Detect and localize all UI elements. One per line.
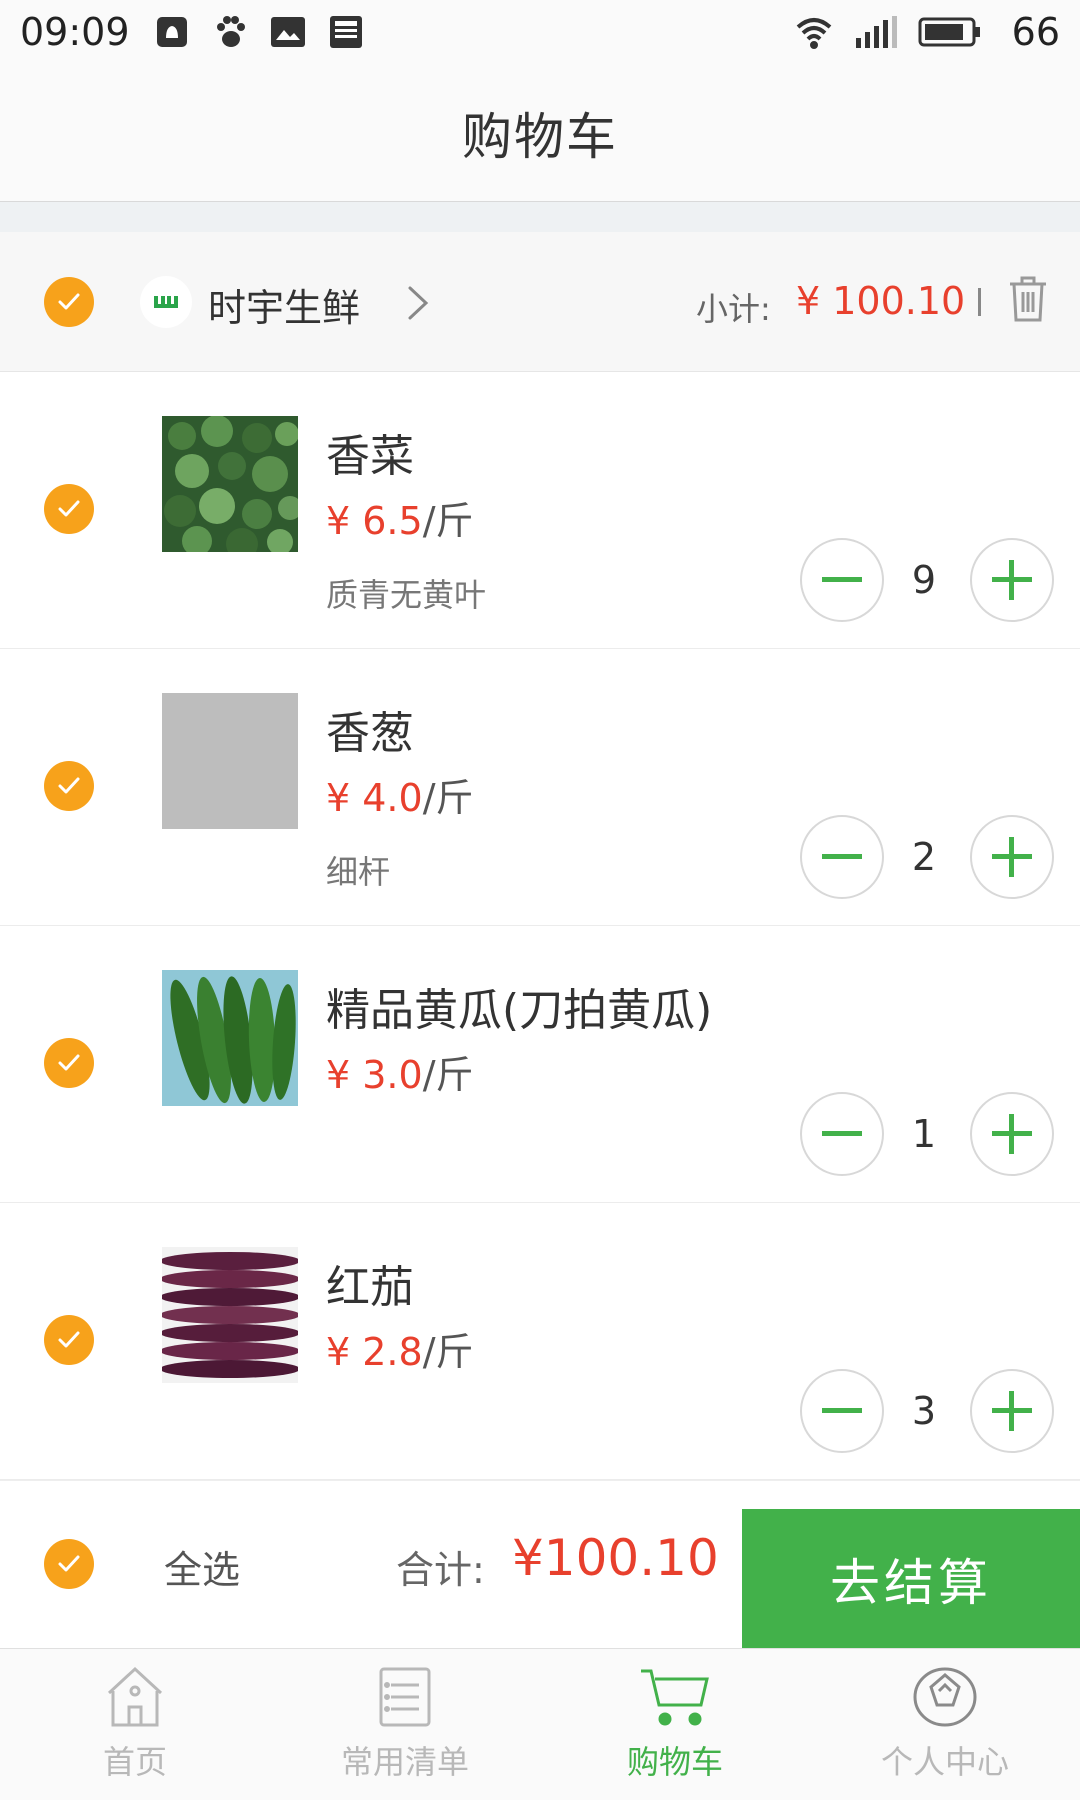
minus-icon xyxy=(822,1408,862,1413)
item-price: ¥ 2.8/斤 xyxy=(326,1330,474,1374)
decrease-button[interactable] xyxy=(800,1092,884,1176)
plus-icon xyxy=(992,837,1032,877)
tab-label: 首页 xyxy=(102,1743,167,1781)
item-check-icon[interactable] xyxy=(44,761,94,811)
increase-button[interactable] xyxy=(970,815,1054,899)
minus-icon xyxy=(822,1131,862,1136)
tab-label: 购物车 xyxy=(626,1743,723,1781)
quantity-value: 2 xyxy=(911,835,937,879)
item-desc: 细杆 xyxy=(326,853,391,891)
item-check-icon[interactable] xyxy=(44,1038,94,1088)
scallion-image-placeholder[interactable] xyxy=(162,693,298,829)
total-label: 合计: xyxy=(396,1548,485,1592)
list-icon xyxy=(379,1667,431,1727)
plus-icon xyxy=(992,1391,1032,1431)
tab-label: 常用清单 xyxy=(340,1743,469,1781)
eggplant-image[interactable] xyxy=(162,1247,298,1383)
decrease-button[interactable] xyxy=(800,538,884,622)
cucumber-image[interactable] xyxy=(162,970,298,1106)
cellular-signal-icon xyxy=(852,12,900,52)
section-gap xyxy=(0,202,1080,232)
tab-list[interactable]: 常用清单 xyxy=(270,1649,540,1800)
subtotal-value: ¥ 100.10 xyxy=(796,279,966,323)
cart-item: 香菜 ¥ 6.5/斤 质青无黄叶 9 xyxy=(0,372,1080,649)
item-name: 红茄 xyxy=(326,1262,414,1313)
news-icon xyxy=(326,12,366,52)
decrease-button[interactable] xyxy=(800,815,884,899)
quantity-value: 3 xyxy=(911,1389,937,1433)
plus-icon xyxy=(992,560,1032,600)
divider xyxy=(978,288,981,316)
cart-item: 精品黄瓜(刀拍黄瓜) ¥ 3.0/斤 1 xyxy=(0,926,1080,1203)
plus-icon xyxy=(992,1114,1032,1154)
select-all-check-icon[interactable] xyxy=(44,1539,94,1589)
tab-label: 个人中心 xyxy=(880,1743,1009,1781)
decrease-button[interactable] xyxy=(800,1369,884,1453)
minus-icon xyxy=(822,577,862,582)
home-icon xyxy=(107,1666,163,1727)
item-price: ¥ 3.0/斤 xyxy=(326,1053,474,1097)
checkout-button[interactable]: 去结算 xyxy=(742,1509,1080,1649)
minus-icon xyxy=(822,854,862,859)
profile-icon xyxy=(913,1667,977,1727)
item-price: ¥ 6.5/斤 xyxy=(326,499,474,543)
baidu-paw-icon xyxy=(210,12,250,52)
item-desc: 质青无黄叶 xyxy=(326,576,487,614)
item-name: 精品黄瓜(刀拍黄瓜) xyxy=(326,985,713,1036)
select-all-label[interactable]: 全选 xyxy=(164,1539,240,1594)
item-name: 香葱 xyxy=(326,708,414,759)
cart-item: 香葱 ¥ 4.0/斤 细杆 2 xyxy=(0,649,1080,926)
wifi-icon xyxy=(794,12,834,52)
page-title: 购物车 xyxy=(462,107,618,166)
notification-icon xyxy=(152,12,192,52)
item-price: ¥ 4.0/斤 xyxy=(326,776,474,820)
shop-logo-icon xyxy=(140,276,192,328)
gallery-icon xyxy=(268,12,308,52)
checkout-bar: 全选 合计: ¥100.10 去结算 xyxy=(0,1480,1080,1649)
cilantro-image[interactable] xyxy=(162,416,298,552)
item-check-icon[interactable] xyxy=(44,484,94,534)
item-check-icon[interactable] xyxy=(44,1315,94,1365)
tab-cart[interactable]: 购物车 xyxy=(540,1649,810,1800)
bottom-tab-bar: 首页 常用清单 购物车 个人中心 xyxy=(0,1648,1080,1800)
battery-icon xyxy=(918,12,982,52)
item-name: 香菜 xyxy=(326,431,414,482)
shop-row: 时宇生鲜 小计: ¥ 100.10 xyxy=(0,232,1080,372)
quantity-value: 9 xyxy=(911,558,937,602)
quantity-value: 1 xyxy=(911,1112,937,1156)
subtotal-label: 小计: xyxy=(696,290,771,328)
increase-button[interactable] xyxy=(970,1092,1054,1176)
tab-profile[interactable]: 个人中心 xyxy=(810,1649,1080,1800)
shop-check-icon[interactable] xyxy=(44,277,94,327)
cart-item: 红茄 ¥ 2.8/斤 3 xyxy=(0,1203,1080,1480)
page-header: 购物车 xyxy=(0,64,1080,202)
status-time: 09:09 xyxy=(20,10,130,54)
battery-level: 66 xyxy=(1011,10,1060,54)
increase-button[interactable] xyxy=(970,1369,1054,1453)
shop-name[interactable]: 时宇生鲜 xyxy=(208,277,360,332)
chevron-right-icon[interactable] xyxy=(406,284,430,326)
increase-button[interactable] xyxy=(970,538,1054,622)
status-bar: 09:09 66 xyxy=(0,0,1080,64)
tab-home[interactable]: 首页 xyxy=(0,1649,270,1800)
cart-icon xyxy=(641,1669,709,1726)
trash-icon[interactable] xyxy=(1006,274,1050,328)
total-value: ¥100.10 xyxy=(512,1529,719,1587)
